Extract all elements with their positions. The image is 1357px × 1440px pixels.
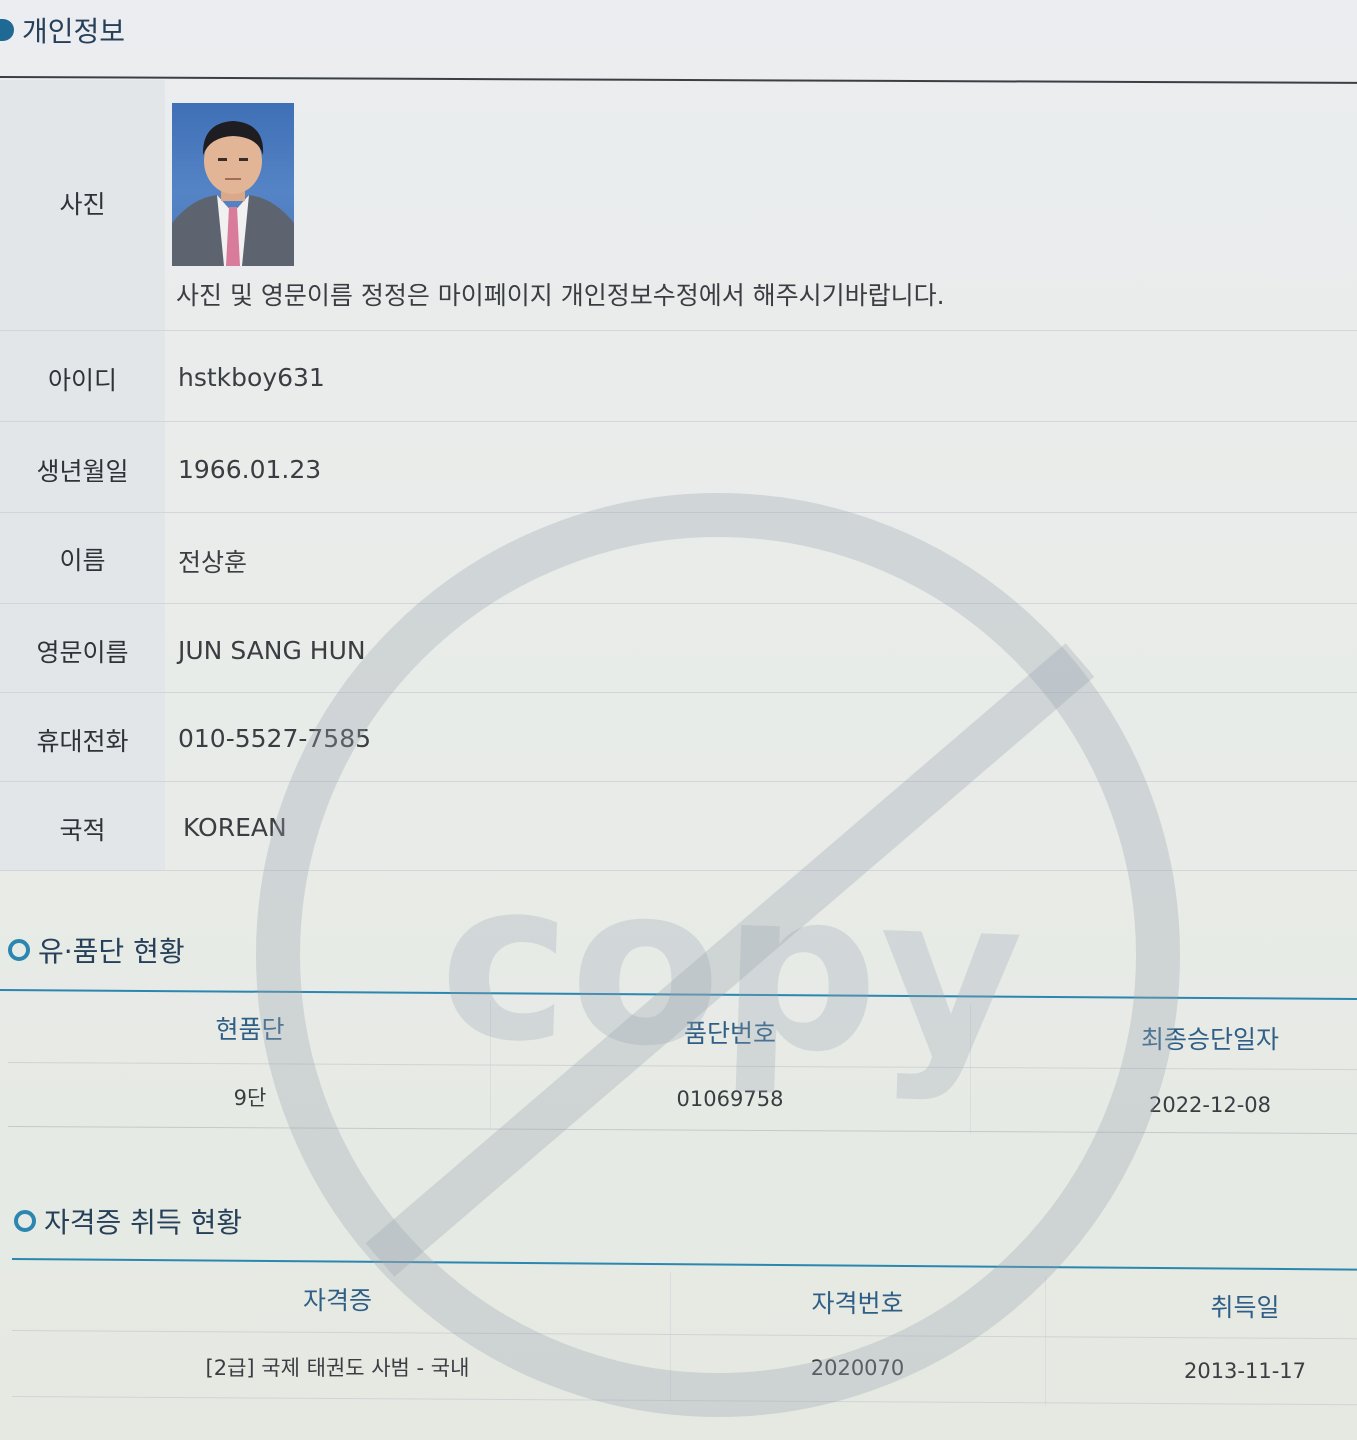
nationality-value: KOREAN: [183, 813, 287, 842]
name-value: 전상훈: [178, 548, 248, 577]
nationality-label: 국적: [59, 816, 106, 845]
info-row-name: 이름 전상훈: [0, 513, 1357, 604]
section-bullet-icon: [0, 19, 14, 41]
dan-cell-current: 9단: [233, 1086, 267, 1110]
cert-col-divider: [1045, 1276, 1046, 1406]
birthdate-label: 생년월일: [36, 457, 129, 486]
dan-header-current: 현품단: [215, 1015, 285, 1044]
dan-header-date: 최종승단일자: [1140, 1025, 1279, 1054]
cert-col-divider: [670, 1272, 671, 1402]
dan-col-divider: [970, 1004, 971, 1134]
cert-cell-date: 2013-11-17: [1183, 1359, 1307, 1383]
cert-status-heading: 자격증 취득 현황: [14, 1201, 242, 1241]
cert-cell-number: 2020070: [810, 1356, 905, 1380]
personal-info-heading: 개인정보: [0, 10, 125, 50]
dan-status-rule: [0, 989, 1357, 1000]
mobile-value: 010-5527-7585: [178, 724, 372, 753]
dan-cell-number: 01069758: [676, 1087, 784, 1111]
info-row-birthdate: 생년월일 1966.01.23: [0, 422, 1357, 513]
cert-header-line: [11, 1330, 1357, 1340]
cert-row-line: [11, 1396, 1357, 1406]
photo-notice: 사진 및 영문이름 정정은 마이페이지 개인정보수정에서 해주시기바랍니다.: [176, 281, 945, 310]
info-row-english-name: 영문이름 JUN SANG HUN: [0, 604, 1357, 693]
mobile-label: 휴대전화: [36, 727, 129, 756]
profile-photo: [172, 103, 294, 266]
info-row-mobile: 휴대전화 010-5527-7585: [0, 693, 1357, 782]
cert-status-rule: [11, 1258, 1357, 1271]
cert-cell-name: [2급] 국제 태권도 사범 - 국내: [205, 1356, 470, 1380]
dan-header-line: [7, 1062, 1357, 1071]
cert-header-number: 자격번호: [811, 1289, 904, 1318]
info-row-id: 아이디 hstkboy631: [0, 331, 1357, 422]
personal-info-title: 개인정보: [22, 15, 126, 48]
id-value: hstkboy631: [178, 363, 325, 392]
cert-header-date: 취득일: [1210, 1293, 1280, 1322]
section-bullet-icon: [14, 1210, 36, 1232]
id-label: 아이디: [47, 366, 117, 395]
page: 개인정보 사진 사진 및 영문이름 정정은 마이페이지 개인정보수정에서 해주시…: [0, 0, 1357, 1440]
profile-photo-image: [172, 121, 294, 266]
birthdate-value: 1966.01.23: [178, 455, 322, 484]
section-bullet-icon: [8, 939, 30, 961]
cert-status-title: 자격증 취득 현황: [44, 1206, 243, 1239]
english-name-value: JUN SANG HUN: [178, 636, 366, 665]
name-label: 이름: [59, 546, 106, 575]
english-name-label: 영문이름: [36, 638, 129, 667]
dan-header-number: 품단번호: [683, 1019, 776, 1048]
dan-status-heading: 유·품단 현황: [8, 930, 185, 970]
dan-cell-date: 2022-12-08: [1148, 1093, 1272, 1117]
dan-status-title: 유·품단 현황: [38, 935, 185, 968]
cert-header-name: 자격증: [302, 1286, 372, 1315]
photo-label: 사진: [59, 190, 106, 219]
info-row-nationality: 국적 KOREAN: [0, 782, 1357, 871]
dan-row-line: [7, 1126, 1357, 1135]
